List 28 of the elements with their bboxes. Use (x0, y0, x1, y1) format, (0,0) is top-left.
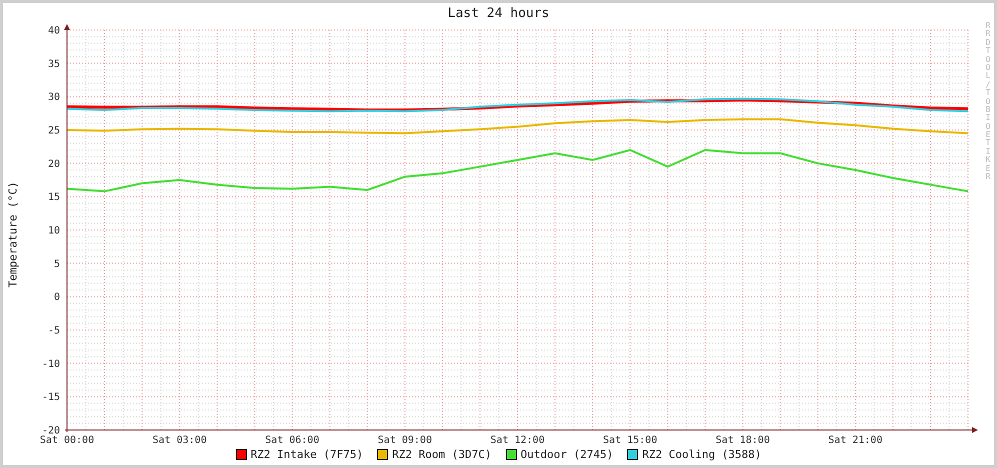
x-tick-label: Sat 00:00 (40, 435, 94, 446)
y-tick-label: 35 (48, 58, 60, 70)
x-tick-label: Sat 09:00 (378, 435, 432, 446)
credit-text: RRDTOOL / TOBI OETIKER (984, 22, 992, 182)
x-tick-label: Sat 21:00 (828, 435, 882, 446)
chart-title: Last 24 hours (448, 6, 550, 22)
x-tick-label: Sat 18:00 (716, 435, 770, 446)
y-tick-label: 15 (48, 192, 60, 204)
x-tick-label: Sat 06:00 (265, 435, 320, 446)
y-tick-label: -20 (42, 426, 60, 436)
x-tick-label: Sat 15:00 (603, 435, 658, 446)
y-tick-label: 20 (48, 158, 60, 170)
y-tick-label: -15 (42, 392, 60, 404)
y-tick-label: 40 (48, 26, 60, 36)
y-tick-label: -5 (48, 326, 60, 336)
y-tick-label: 25 (48, 126, 60, 136)
y-tick-label: 30 (48, 92, 60, 104)
legend-label: RZ2 Cooling (3588) (642, 448, 762, 461)
legend-label: Outdoor (2745) (520, 448, 614, 461)
y-axis-label: Temperature (°C) (6, 181, 19, 287)
legend-label: RZ2 Room (3D7C) (392, 448, 492, 461)
legend-label: RZ2 Intake (7F75) (250, 448, 364, 461)
x-tick-label: Sat 12:00 (490, 435, 545, 446)
y-tick-label: 10 (48, 226, 60, 236)
x-tick-label: Sat 03:00 (152, 435, 207, 446)
y-tick-label: 5 (54, 258, 60, 270)
y-tick-label: 0 (54, 292, 60, 304)
y-tick-label: -10 (42, 358, 60, 370)
